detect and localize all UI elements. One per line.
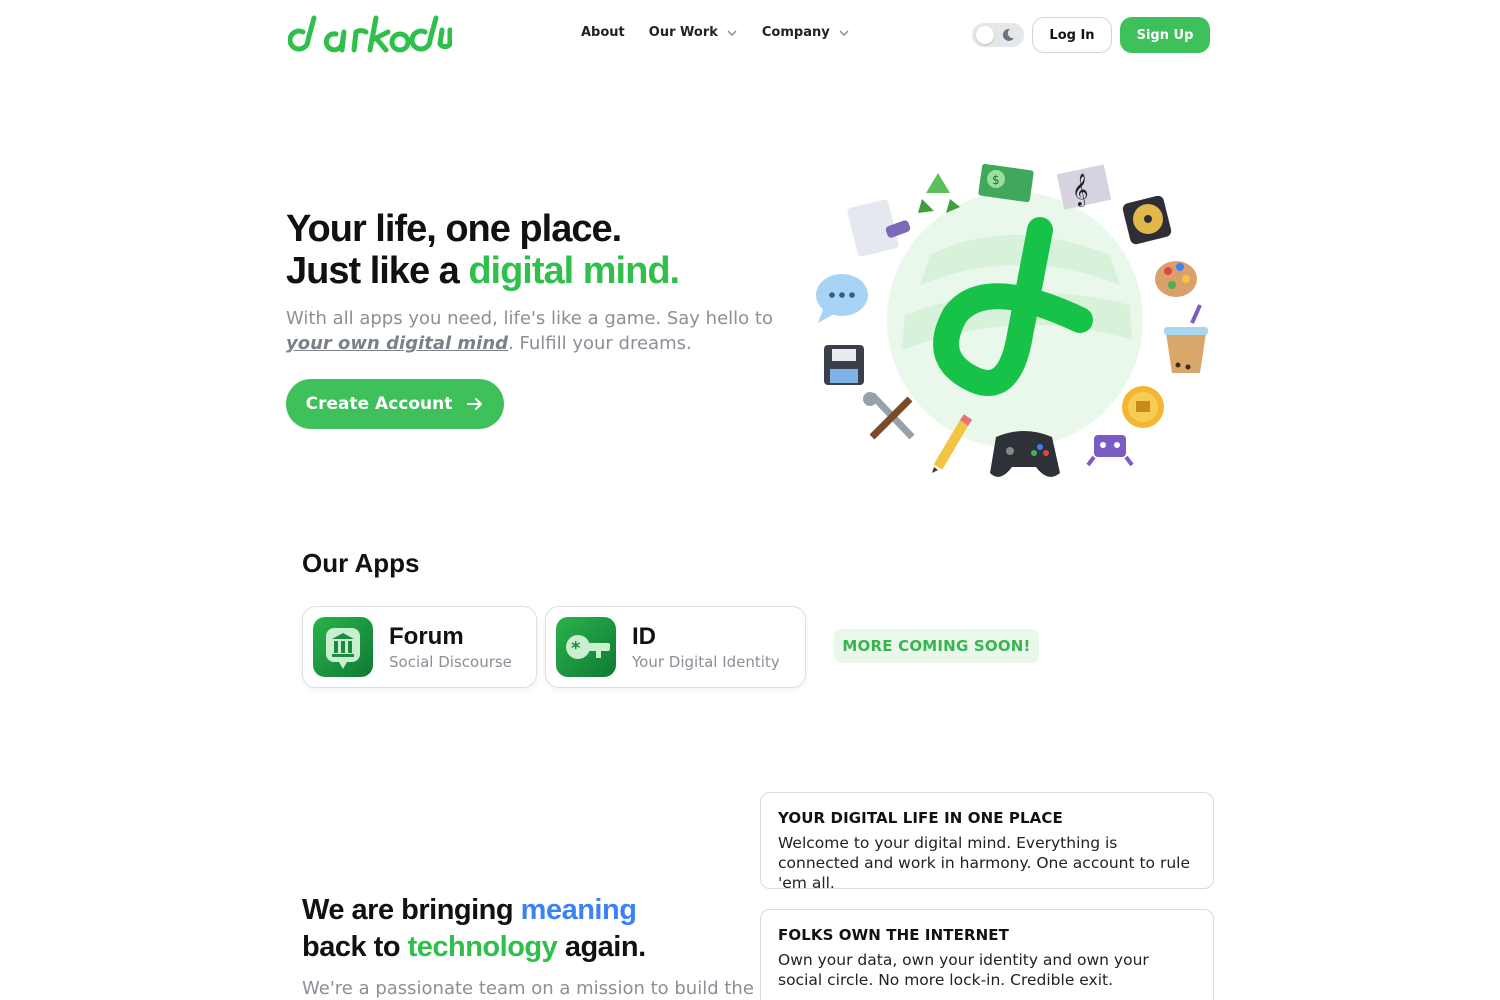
moon-icon: [1002, 28, 1014, 41]
hero-subtitle-part2: . Fulfill your dreams.: [508, 333, 692, 354]
hero-title-line1: Your life, one place.: [286, 208, 622, 250]
hero-title-highlight: digital mind.: [468, 250, 680, 292]
signup-button[interactable]: Sign Up: [1120, 17, 1210, 53]
nav-about-label: About: [581, 25, 625, 40]
toggle-knob: [976, 26, 994, 44]
cd-icon: [1122, 195, 1172, 245]
theme-toggle[interactable]: [972, 23, 1024, 47]
hero-illustration: $ 𝄞: [816, 163, 1208, 477]
bubble-tea-icon: [1164, 304, 1208, 373]
hero-title: Your life, one place. Just like a digita…: [286, 208, 680, 292]
app-card-id[interactable]: * ID Your Digital Identity: [545, 606, 806, 688]
svg-text:𝄞: 𝄞: [1072, 173, 1089, 207]
app-name: ID: [632, 623, 656, 650]
mission-title-part2: back to: [302, 931, 408, 963]
floppy-disk-icon: [824, 345, 864, 385]
feature-body: Welcome to your digital mind. Everything…: [778, 834, 1191, 892]
chevron-down-icon: [727, 30, 737, 36]
coming-soon-badge: MORE COMING SOON!: [834, 629, 1039, 663]
key-icon: *: [556, 617, 616, 677]
digital-mind-link[interactable]: your own digital mind: [286, 333, 508, 354]
svg-text:*: *: [571, 638, 581, 659]
feature-card: YOUR DIGITAL LIFE IN ONE PLACE Welcome t…: [760, 792, 1214, 892]
site-header: darkodu About Our Work Company Log In Si…: [0, 0, 1500, 70]
document-icon: [847, 199, 911, 257]
app-card-forum[interactable]: Forum Social Discourse: [302, 606, 537, 688]
chevron-down-icon: [839, 30, 849, 36]
create-account-label: Create Account: [305, 394, 453, 414]
forum-icon: [313, 617, 373, 677]
speech-bubble-icon: [816, 274, 868, 323]
create-account-button[interactable]: Create Account: [286, 379, 504, 429]
login-button[interactable]: Log In: [1032, 17, 1112, 53]
feature-body: Own your data, own your identity and own…: [778, 951, 1149, 989]
app-description: Social Discourse: [389, 653, 512, 671]
music-sheet-icon: 𝄞: [1056, 164, 1112, 210]
arrow-right-icon: [467, 398, 483, 410]
brand-logo[interactable]: darkodu: [288, 14, 452, 58]
mission-title-part3: again.: [557, 931, 646, 963]
mission-title-part1: We are bringing: [302, 894, 521, 926]
mission-subtitle: We're a passionate team on a mission to …: [302, 978, 754, 999]
nav-company[interactable]: Company: [762, 25, 850, 40]
mission-title: We are bringing meaning back to technolo…: [302, 892, 646, 966]
app-name: Forum: [389, 623, 464, 650]
feature-title: FOLKS OWN THE INTERNET: [778, 926, 1009, 944]
nav-our-work[interactable]: Our Work: [649, 25, 738, 40]
feature-card: FOLKS OWN THE INTERNET Own your data, ow…: [760, 909, 1214, 1000]
mission-highlight-meaning: meaning: [520, 894, 637, 926]
apps-section-title: Our Apps: [302, 548, 420, 578]
recycle-icon: [918, 173, 960, 213]
main-nav: About Our Work Company: [581, 25, 850, 40]
svg-text:$: $: [992, 173, 1000, 187]
coin-icon: [1122, 386, 1164, 428]
hero-subtitle: With all apps you need, life's like a ga…: [286, 306, 776, 356]
feature-title: YOUR DIGITAL LIFE IN ONE PLACE: [778, 809, 1063, 827]
nav-about[interactable]: About: [581, 25, 625, 40]
game-controller-icon: [990, 431, 1060, 477]
nav-company-label: Company: [761, 25, 830, 40]
mission-title-line1: We are bringing meaning: [302, 892, 646, 929]
hero-title-line2: Just like a digital mind.: [286, 250, 680, 292]
hero-title-prefix: Just like a: [286, 250, 469, 292]
mission-highlight-technology: technology: [407, 931, 558, 963]
tools-icon: [863, 392, 915, 440]
palette-icon: [1155, 261, 1197, 297]
app-description: Your Digital Identity: [632, 653, 780, 671]
space-invader-icon: [1086, 435, 1134, 467]
nav-our-work-label: Our Work: [648, 25, 718, 40]
hero-subtitle-part1: With all apps you need, life's like a ga…: [286, 308, 773, 329]
mission-title-line2: back to technology again.: [302, 929, 646, 966]
